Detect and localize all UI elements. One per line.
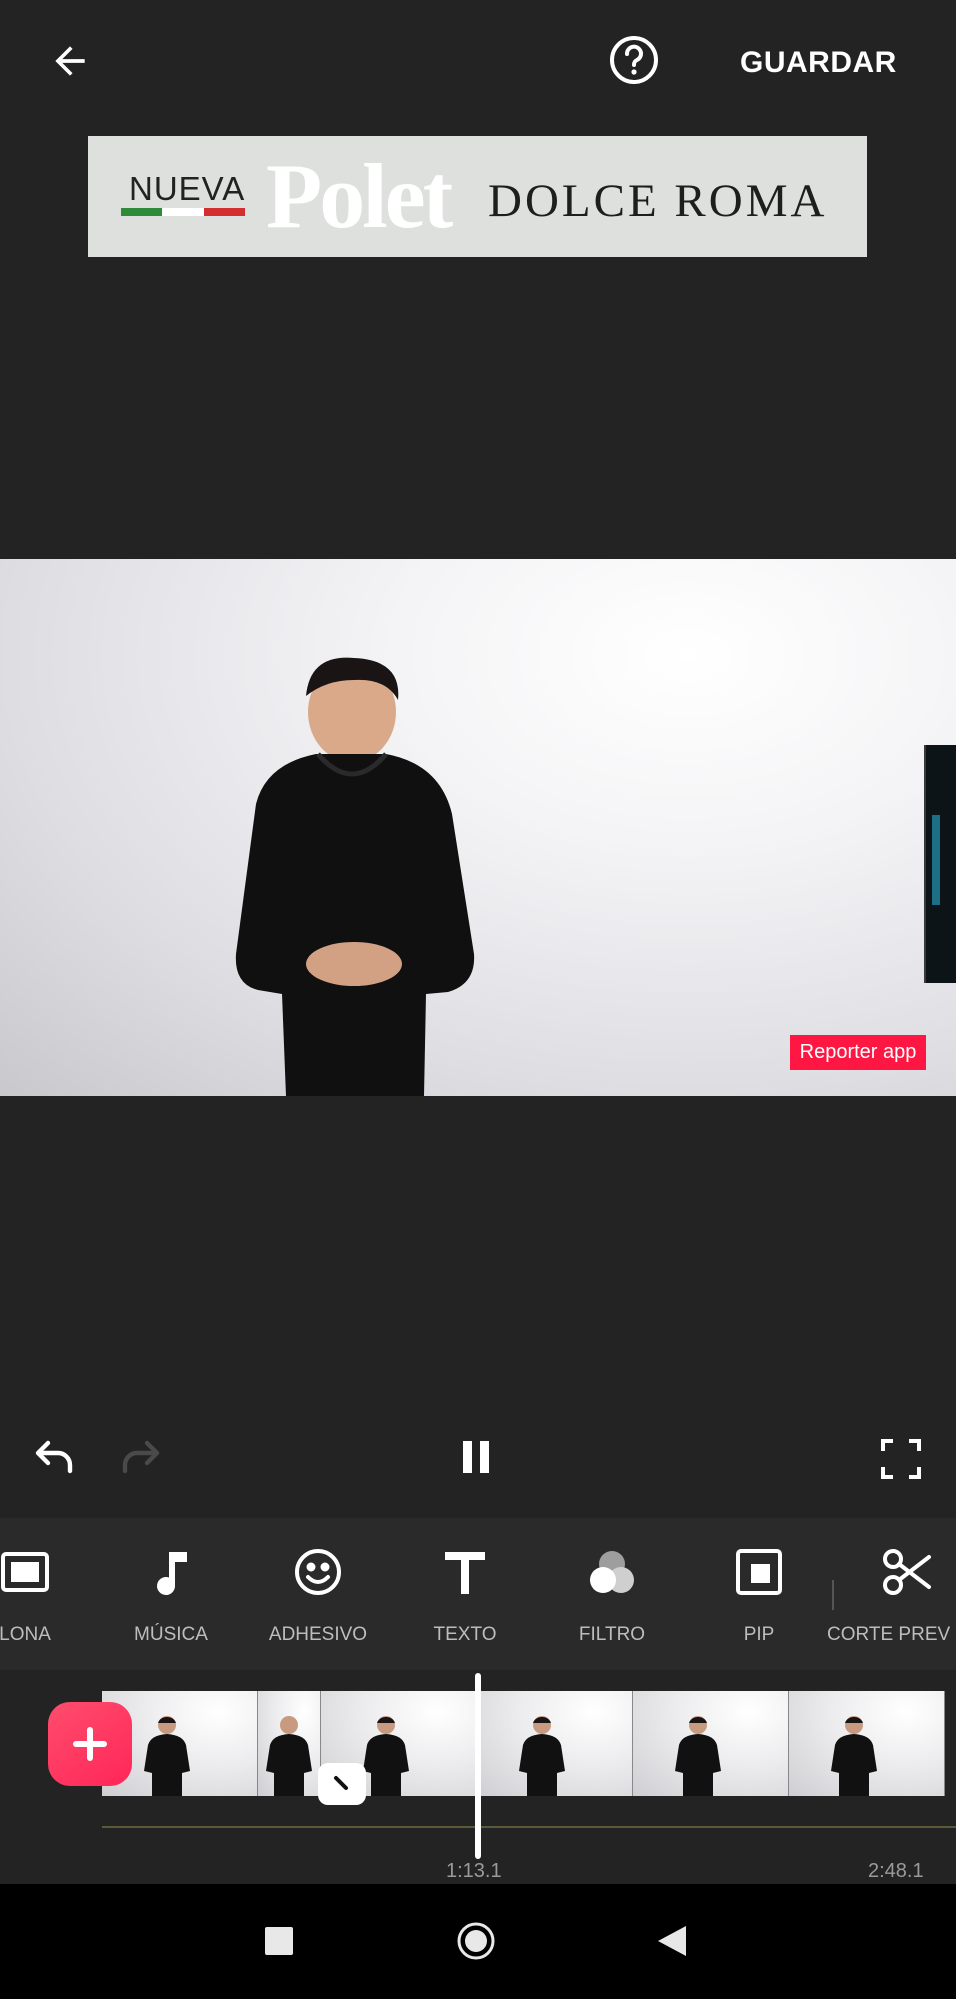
question-circle-icon xyxy=(610,36,658,84)
toolbar-divider xyxy=(832,1580,834,1610)
clip-thumbnail xyxy=(789,1691,945,1796)
undo-icon xyxy=(35,1440,73,1474)
tool-canvas[interactable]: LONA xyxy=(0,1518,90,1670)
music-note-icon xyxy=(157,1552,187,1595)
tool-label: MÚSICA xyxy=(134,1624,208,1645)
edit-toolbar: LONA MÚSICA ADHESIVO TEXTO FILTRO PIP CO… xyxy=(0,1518,956,1670)
tool-label: ADHESIVO xyxy=(268,1624,368,1645)
clip-strip[interactable] xyxy=(102,1691,956,1796)
smiley-icon xyxy=(295,1549,341,1595)
ad-banner[interactable]: NUEVA Polet DOLCE ROMA xyxy=(88,136,867,257)
undo-button[interactable] xyxy=(30,1433,78,1481)
ad-nueva-text: NUEVA xyxy=(129,170,246,207)
transition-icon xyxy=(334,1776,348,1790)
back-button[interactable] xyxy=(40,36,100,86)
tool-label: PIP xyxy=(743,1624,775,1645)
background-frame xyxy=(924,745,956,983)
presenter-figure xyxy=(235,657,475,1096)
clip-thumbnail xyxy=(633,1691,789,1796)
plus-icon xyxy=(73,1727,107,1761)
save-button[interactable]: GUARDAR xyxy=(740,38,897,88)
scissors-icon xyxy=(883,1549,931,1595)
tool-label: CORTE PREV xyxy=(827,1624,951,1645)
arrow-left-icon xyxy=(55,46,85,76)
fullscreen-icon xyxy=(881,1439,921,1479)
video-preview[interactable] xyxy=(0,559,956,1096)
tool-label: FILTRO xyxy=(578,1624,646,1645)
system-back-button[interactable] xyxy=(656,1924,688,1958)
home-circle-icon xyxy=(457,1922,495,1960)
filter-icon xyxy=(590,1551,634,1593)
pause-icon xyxy=(463,1441,489,1473)
tool-filter[interactable]: FILTRO xyxy=(547,1518,677,1670)
clip-thumbnail xyxy=(258,1691,321,1796)
home-button[interactable] xyxy=(456,1921,496,1961)
canvas-icon xyxy=(1,1552,49,1592)
add-clip-button[interactable] xyxy=(48,1702,132,1786)
clip-thumbnail xyxy=(477,1691,633,1796)
tool-music[interactable]: MÚSICA xyxy=(106,1518,236,1670)
playhead[interactable] xyxy=(475,1673,481,1859)
tool-sticker[interactable]: ADHESIVO xyxy=(253,1518,383,1670)
help-button[interactable] xyxy=(604,30,664,90)
text-icon xyxy=(445,1552,485,1594)
total-duration: 2:48.1 xyxy=(868,1860,924,1882)
tool-text[interactable]: TEXTO xyxy=(400,1518,530,1670)
pause-button[interactable] xyxy=(455,1435,499,1479)
tool-precut[interactable]: CORTE PREV xyxy=(827,1518,956,1670)
redo-icon xyxy=(122,1440,160,1474)
audio-track-line xyxy=(102,1826,956,1828)
triangle-back-icon xyxy=(658,1926,686,1956)
tool-label: TEXTO xyxy=(433,1624,497,1645)
watermark-badge: Reporter app xyxy=(790,1035,926,1070)
italian-flag-stripe xyxy=(121,208,245,216)
ad-product-text: DOLCE ROMA xyxy=(488,175,828,227)
current-time: 1:13.1 xyxy=(446,1860,502,1882)
tool-pip[interactable]: PIP xyxy=(694,1518,824,1670)
transition-button[interactable] xyxy=(318,1763,366,1805)
fullscreen-button[interactable] xyxy=(877,1435,925,1483)
recents-button[interactable] xyxy=(265,1927,293,1955)
pip-icon xyxy=(736,1549,782,1595)
ad-brand-logo: Polet xyxy=(266,145,453,247)
redo-button xyxy=(117,1433,165,1481)
